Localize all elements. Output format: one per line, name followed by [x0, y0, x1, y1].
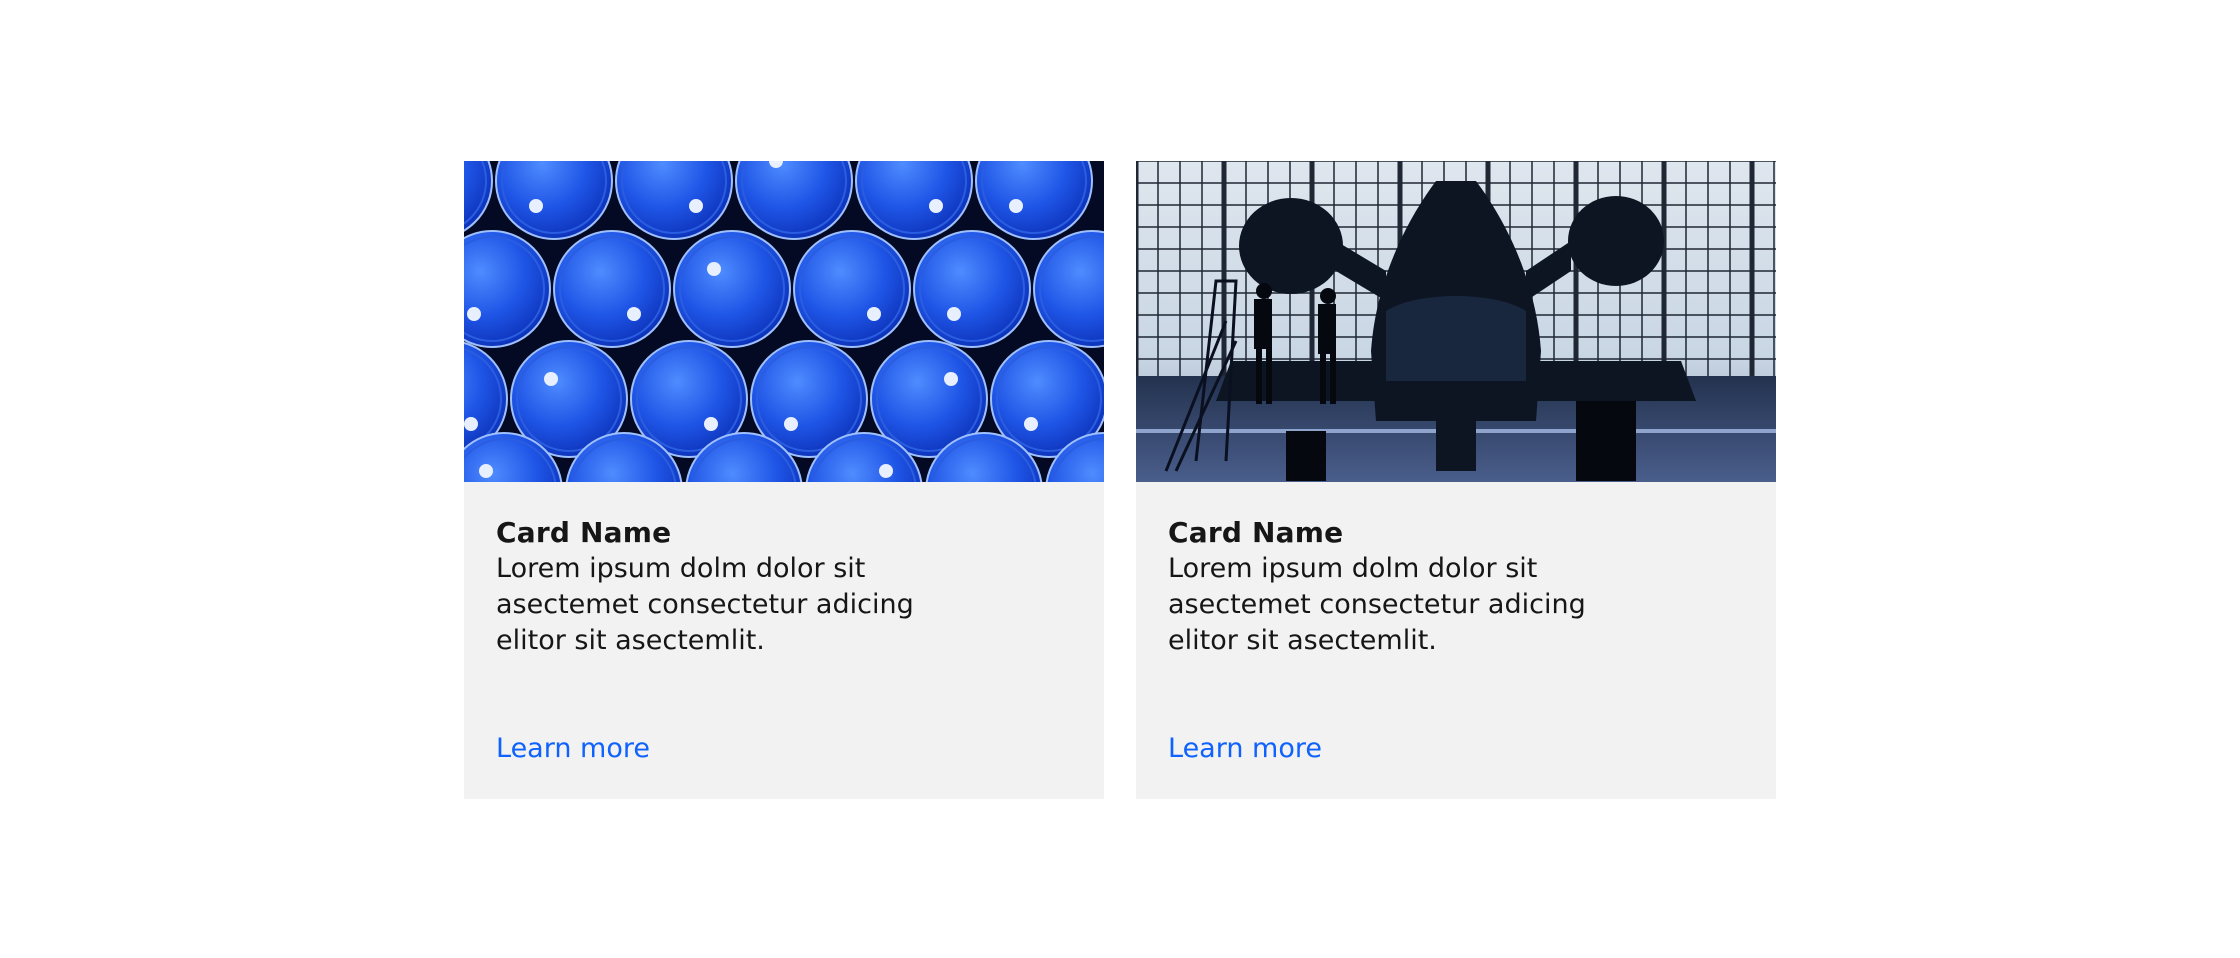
- card-description: Lorem ipsum dolm dolor sit asectemet con…: [1168, 553, 1586, 656]
- card-description: Lorem ipsum dolm dolor sit asectemet con…: [496, 553, 914, 656]
- blue-barrels-photo: [464, 161, 1104, 482]
- card-title: Card Name: [496, 516, 672, 549]
- learn-more-link[interactable]: Learn more: [496, 731, 650, 767]
- card-body: Card Name Lorem ipsum dolm dolor sit ase…: [1168, 515, 1728, 659]
- card-body: Card Name Lorem ipsum dolm dolor sit ase…: [496, 515, 1056, 659]
- card-barrels: Card Name Lorem ipsum dolm dolor sit ase…: [464, 161, 1104, 799]
- aircraft-hangar-photo: [1136, 161, 1776, 482]
- card-hangar: Card Name Lorem ipsum dolm dolor sit ase…: [1136, 161, 1776, 799]
- card-title: Card Name: [1168, 516, 1344, 549]
- learn-more-link[interactable]: Learn more: [1168, 731, 1322, 767]
